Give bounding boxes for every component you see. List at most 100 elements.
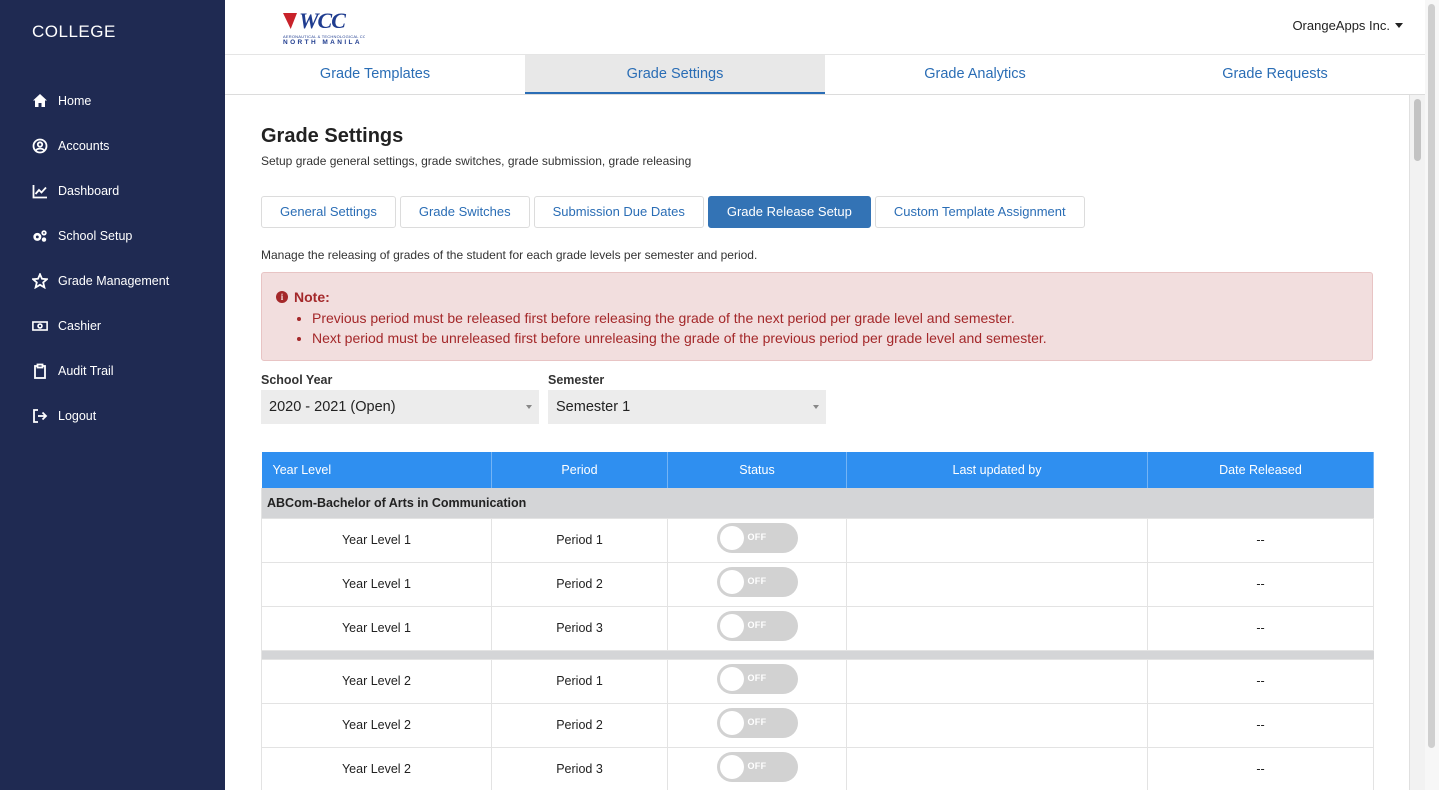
note-heading: i Note: [276, 289, 330, 305]
star-icon [32, 272, 48, 289]
group-name: ABCom-Bachelor of Arts in Communication [261, 488, 1374, 519]
sidebar-item-label: Audit Trail [58, 363, 114, 378]
subtab-general-settings[interactable]: General Settings [261, 196, 396, 228]
cell-status: OFF [667, 518, 847, 563]
money-bill-icon [32, 320, 48, 331]
sidebar: COLLEGE Home Accounts Dashboard School S… [0, 0, 225, 790]
col-header-last-updated-by: Last updated by [846, 452, 1148, 488]
clipboard-icon [34, 363, 46, 379]
sidebar-item-dashboard[interactable]: Dashboard [0, 168, 225, 213]
sidebar-item-logout[interactable]: Logout [0, 393, 225, 438]
toggle-label: OFF [747, 532, 767, 542]
cell-year-level: Year Level 1 [261, 518, 492, 563]
content-scrollbar-thumb[interactable] [1414, 99, 1421, 161]
release-toggle[interactable]: OFF [716, 664, 798, 694]
logo-text: WCC [299, 8, 346, 33]
window-scrollbar[interactable] [1425, 0, 1439, 790]
toggle-knob [719, 570, 744, 594]
col-header-period: Period [491, 452, 668, 488]
gears-icon [33, 229, 47, 242]
cell-year-level: Year Level 2 [261, 659, 492, 704]
school-year-select[interactable]: 2020 - 2021 (Open) [261, 390, 539, 424]
release-toggle[interactable]: OFF [716, 752, 798, 782]
sidebar-item-cashier[interactable]: Cashier [0, 303, 225, 348]
semester-select[interactable]: Semester 1 [548, 390, 826, 424]
sidebar-item-home[interactable]: Home [0, 78, 225, 123]
subtab-grade-release-setup[interactable]: Grade Release Setup [707, 196, 871, 228]
window-scrollbar-thumb[interactable] [1428, 4, 1435, 748]
top-bar: WCC AERONAUTICAL & TECHNOLOGICAL COLLEGE… [225, 0, 1425, 55]
page-description: Setup grade general settings, grade swit… [261, 154, 692, 168]
semester-value: Semester 1 [556, 399, 631, 415]
cell-last-updated-by [846, 703, 1148, 748]
page-title: Grade Settings [261, 125, 404, 147]
cell-period: Period 1 [491, 518, 668, 563]
col-header-year-level: Year Level [261, 452, 492, 488]
dropdown-arrow-icon [526, 405, 532, 409]
sidebar-item-label: School Setup [58, 228, 133, 243]
grade-release-table: Year Level Period Status Last updated by… [261, 452, 1374, 790]
org-name: OrangeApps Inc. [1292, 18, 1390, 33]
release-toggle[interactable]: OFF [716, 611, 798, 641]
note-title: Note: [294, 289, 330, 305]
cell-year-level: Year Level 2 [261, 747, 492, 790]
home-icon [33, 93, 47, 107]
note-alert: i Note: Previous period must be released… [261, 272, 1373, 361]
col-header-date-released: Date Released [1147, 452, 1374, 488]
subtab-submission-due-dates[interactable]: Submission Due Dates [533, 196, 704, 228]
tab-grade-templates[interactable]: Grade Templates [225, 55, 525, 94]
table-row: Year Level 1 Period 1 OFF -- [261, 518, 1374, 563]
school-year-value: 2020 - 2021 (Open) [269, 399, 396, 415]
sidebar-item-label: Home [58, 93, 92, 108]
cell-status: OFF [667, 747, 847, 790]
cell-period: Period 3 [491, 606, 668, 651]
release-toggle[interactable]: OFF [716, 567, 798, 597]
sidebar-item-accounts[interactable]: Accounts [0, 123, 225, 168]
release-toggle[interactable]: OFF [716, 708, 798, 738]
college-logo[interactable]: WCC AERONAUTICAL & TECHNOLOGICAL COLLEGE… [283, 8, 365, 48]
sidebar-item-audit-trail[interactable]: Audit Trail [0, 348, 225, 393]
sidebar-item-grade-management[interactable]: Grade Management [0, 258, 225, 303]
toggle-knob [719, 711, 744, 735]
sidebar-brand: COLLEGE [32, 22, 116, 41]
toggle-knob [719, 667, 744, 691]
toggle-knob [719, 526, 744, 550]
sidebar-item-label: Logout [58, 408, 97, 423]
cell-last-updated-by [846, 659, 1148, 704]
tab-grade-requests[interactable]: Grade Requests [1125, 55, 1425, 94]
school-year-label: School Year [261, 373, 333, 387]
note-item: Previous period must be released first b… [312, 308, 1047, 328]
table-row: Year Level 1 Period 3 OFF -- [261, 606, 1374, 651]
content-scrollbar[interactable] [1409, 95, 1425, 790]
sidebar-item-label: Grade Management [58, 273, 170, 288]
cell-period: Period 2 [491, 703, 668, 748]
logo-wing-icon [283, 13, 297, 29]
cell-last-updated-by [846, 606, 1148, 651]
toggle-label: OFF [747, 576, 767, 586]
semester-label: Semester [548, 373, 605, 387]
user-circle-icon [32, 138, 48, 153]
sidebar-item-label: Cashier [58, 318, 102, 333]
cell-status: OFF [667, 703, 847, 748]
org-menu[interactable]: OrangeApps Inc. [1292, 18, 1403, 33]
toggle-label: OFF [747, 620, 767, 630]
cell-date-released: -- [1147, 703, 1374, 748]
cell-year-level: Year Level 1 [261, 562, 492, 607]
sidebar-item-label: Dashboard [58, 183, 120, 198]
note-list: Previous period must be released first b… [312, 308, 1047, 348]
cell-period: Period 2 [491, 562, 668, 607]
cell-date-released: -- [1147, 659, 1374, 704]
table-row: Year Level 2 Period 3 OFF -- [261, 747, 1374, 790]
cell-period: Period 1 [491, 659, 668, 704]
tab-grade-analytics[interactable]: Grade Analytics [825, 55, 1125, 94]
subtab-grade-switches[interactable]: Grade Switches [399, 196, 530, 228]
sidebar-item-school-setup[interactable]: School Setup [0, 213, 225, 258]
release-toggle[interactable]: OFF [716, 523, 798, 553]
table-row: Year Level 2 Period 2 OFF -- [261, 703, 1374, 748]
table-separator-row [261, 650, 1374, 660]
toggle-label: OFF [747, 673, 767, 683]
subtab-custom-template-assignment[interactable]: Custom Template Assignment [874, 196, 1085, 228]
tab-grade-settings[interactable]: Grade Settings [525, 55, 825, 94]
sign-out-icon [33, 408, 48, 423]
toggle-label: OFF [747, 761, 767, 771]
